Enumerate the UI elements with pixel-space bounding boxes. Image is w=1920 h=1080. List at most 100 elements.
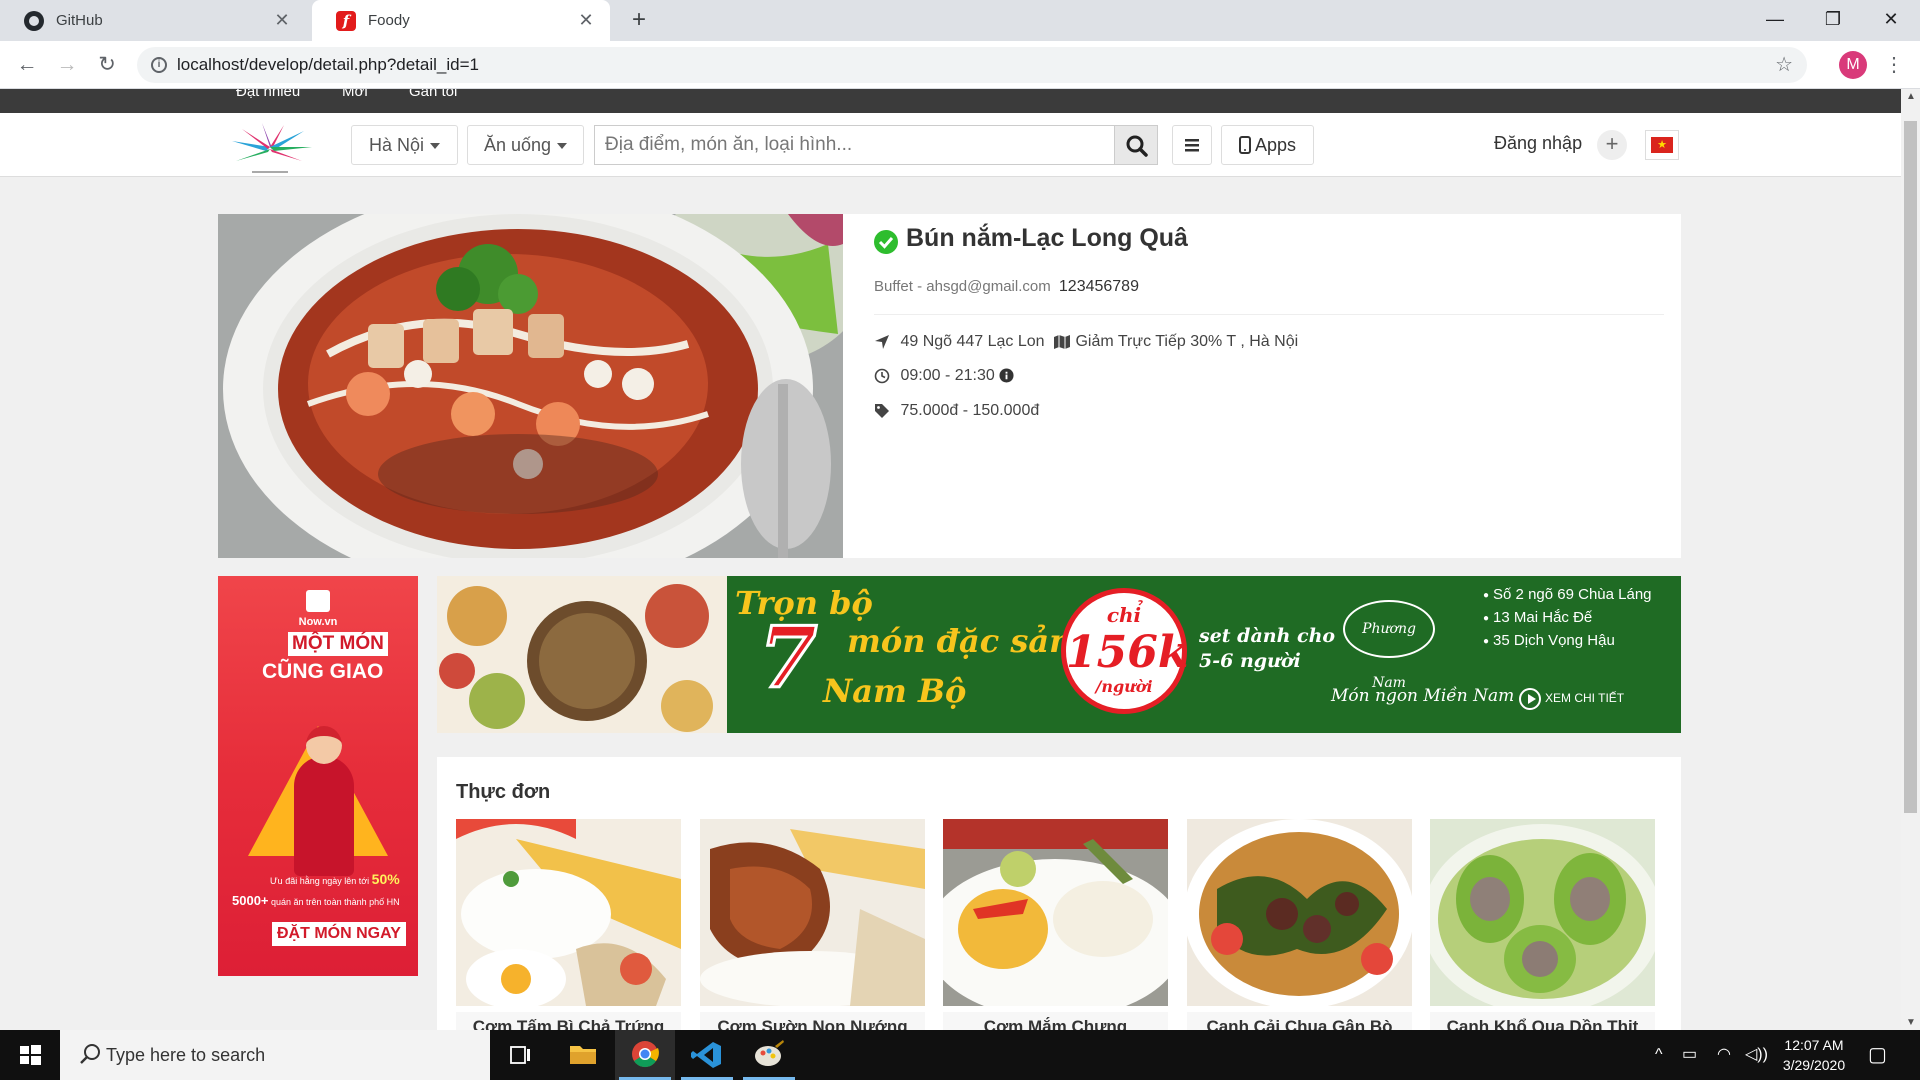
ad-order-now-button[interactable]: ĐẶT MÓN NGAY bbox=[272, 922, 406, 946]
ad-promo-2-text: quán ăn trên toàn thành phố HN bbox=[268, 897, 400, 907]
taskbar-clock[interactable]: 12:07 AM 3/29/2020 bbox=[1776, 1035, 1852, 1075]
dish-name: Canh Khổ Qua Dồn Thịt bbox=[1430, 1012, 1655, 1030]
login-link[interactable]: Đăng nhập bbox=[1494, 133, 1582, 154]
profile-avatar[interactable]: M bbox=[1839, 51, 1867, 79]
menu-item[interactable]: Canh Cải Chua Gân Bò bbox=[1184, 819, 1414, 1030]
bookmark-star-icon[interactable]: ☆ bbox=[1775, 47, 1793, 83]
close-window-icon[interactable]: ✕ bbox=[1862, 0, 1920, 41]
reload-icon[interactable]: ↻ bbox=[92, 50, 122, 80]
page-scrollbar[interactable]: ▲ ▼ bbox=[1901, 89, 1920, 1030]
show-hidden-icons-icon[interactable]: ^ bbox=[1655, 1030, 1663, 1080]
close-tab-icon[interactable]: ✕ bbox=[272, 10, 292, 31]
ad-promo-1-value: 50% bbox=[371, 871, 400, 887]
banner-title-2: món đặc sản bbox=[847, 622, 1073, 660]
ad-promo-1: Ưu đãi hằng ngày lên tới 50% bbox=[270, 871, 400, 887]
menu-toggle-button[interactable] bbox=[1172, 125, 1212, 165]
phuong-nam-banner[interactable]: Trọn bộ 7 món đặc sản Nam Bộ chỉ 156k /n… bbox=[437, 576, 1681, 733]
start-button[interactable] bbox=[0, 1030, 60, 1080]
banner-see-details-button[interactable]: XEM CHI TIẾT bbox=[1519, 686, 1624, 710]
city-dropdown-label: Hà Nội bbox=[368, 135, 425, 155]
vscode-icon[interactable] bbox=[677, 1030, 737, 1080]
info-icon[interactable]: i bbox=[151, 57, 167, 73]
tab-title: Foody bbox=[368, 12, 410, 29]
city-dropdown[interactable]: Hà Nội bbox=[351, 125, 458, 165]
url-text[interactable]: localhost/develop/detail.php?detail_id=1 bbox=[177, 47, 479, 83]
location-arrow-icon bbox=[875, 334, 889, 349]
menu-item[interactable]: Cơm Mắm Chưng bbox=[925, 819, 1185, 1030]
tab-title: GitHub bbox=[56, 12, 103, 29]
volume-icon[interactable]: ◁)) bbox=[1745, 1030, 1768, 1080]
set-line-2: 5-6 người bbox=[1199, 650, 1301, 672]
menu-item[interactable]: Cơm Sườn Non Nướng bbox=[700, 819, 925, 1030]
menu-item[interactable]: Cơm Tấm Bì Chả Trứng bbox=[456, 819, 681, 1030]
browser-toolbar: ← → ↻ i localhost/develop/detail.php?det… bbox=[0, 41, 1920, 89]
price-value: 156k bbox=[1066, 627, 1189, 678]
nav-item-popular[interactable]: Đặt nhiều bbox=[236, 89, 300, 100]
caret-down-icon bbox=[430, 143, 441, 150]
restaurant-address: 49 Ngõ 447 Lạc Lon bbox=[900, 333, 1045, 350]
minimize-icon[interactable]: — bbox=[1746, 0, 1804, 41]
tab-github[interactable]: GitHub ✕ bbox=[0, 0, 306, 41]
new-tab-button[interactable]: + bbox=[624, 6, 654, 36]
taskbar-search-box[interactable]: Type here to search bbox=[60, 1030, 490, 1080]
restaurant-email: ahsgd@gmail.com bbox=[926, 278, 1051, 295]
clock-icon bbox=[874, 368, 890, 384]
restore-icon[interactable]: ❐ bbox=[1804, 0, 1862, 41]
windows-logo-icon bbox=[20, 1045, 41, 1065]
scroll-up-arrow-icon[interactable]: ▲ bbox=[1906, 91, 1916, 102]
scrollbar-thumb[interactable] bbox=[1904, 121, 1917, 813]
search-input[interactable] bbox=[594, 125, 1114, 165]
delivery-person-head bbox=[306, 726, 342, 764]
paint-icon[interactable] bbox=[739, 1030, 799, 1080]
github-icon bbox=[24, 10, 44, 31]
site-logo[interactable] bbox=[222, 121, 318, 177]
category-dropdown[interactable]: Ăn uống bbox=[467, 125, 584, 165]
map-icon[interactable] bbox=[1053, 333, 1071, 350]
search-button[interactable] bbox=[1114, 125, 1158, 165]
now-vn-side-ad[interactable]: Now.vn MỘT MÓN CŨNG GIAO Ưu đãi hằng ngà… bbox=[218, 576, 418, 976]
add-button[interactable]: + bbox=[1597, 130, 1627, 160]
ad-promo-1-text: Ưu đãi hằng ngày lên tới bbox=[270, 876, 372, 886]
forward-arrow-icon[interactable]: → bbox=[52, 50, 82, 80]
now-logo-icon bbox=[306, 590, 330, 612]
dish-photo bbox=[456, 819, 681, 1009]
price-unit: /người bbox=[1095, 677, 1153, 696]
vietnam-flag-icon: ★ bbox=[1651, 137, 1673, 153]
foody-favicon-icon: f bbox=[336, 10, 356, 31]
menu-item[interactable]: Canh Khổ Qua Dồn Thịt bbox=[1422, 819, 1662, 1030]
task-view-icon[interactable] bbox=[490, 1030, 550, 1080]
browser-menu-icon[interactable]: ⋮ bbox=[1882, 50, 1906, 80]
browser-tab-strip: GitHub ✕ f Foody ✕ + — ❐ ✕ bbox=[0, 0, 1920, 41]
language-selector[interactable]: ★ bbox=[1645, 130, 1679, 160]
restaurant-detail-panel: Bún nắm-Lạc Long Quâ Buffet - ahsgd@gmai… bbox=[218, 214, 1681, 558]
nav-item-near-me[interactable]: Gần tôi bbox=[409, 89, 457, 100]
windows-taskbar: Type here to search ^ ▭ ◠ ◁)) 12:07 AM 3… bbox=[0, 1030, 1920, 1080]
banner-price-badge: chỉ 156k /người bbox=[1061, 588, 1189, 714]
price-tag-icon bbox=[875, 403, 889, 418]
scroll-down-arrow-icon[interactable]: ▼ bbox=[1906, 1017, 1916, 1028]
nav-item-new[interactable]: Mới bbox=[342, 89, 368, 100]
banner-address-1: Số 2 ngõ 69 Chùa Láng bbox=[1483, 586, 1651, 603]
info-circle-icon[interactable] bbox=[999, 368, 1014, 383]
banner-number: 7 bbox=[757, 608, 818, 707]
close-tab-icon[interactable]: ✕ bbox=[576, 10, 596, 31]
file-explorer-icon[interactable] bbox=[553, 1030, 613, 1080]
mobile-phone-icon bbox=[1238, 136, 1251, 154]
wifi-icon[interactable]: ◠ bbox=[1717, 1030, 1731, 1080]
tab-foody[interactable]: f Foody ✕ bbox=[312, 0, 610, 41]
taskbar-search-placeholder: Type here to search bbox=[106, 1045, 266, 1065]
dish-photo bbox=[1184, 819, 1414, 1009]
notifications-icon[interactable]: ▢ bbox=[1868, 1030, 1887, 1080]
opening-hours: 09:00 - 21:30 bbox=[900, 367, 995, 384]
clock-date: 3/29/2020 bbox=[1782, 1057, 1846, 1073]
banner-set-text: set dành cho 5-6 người bbox=[1199, 624, 1335, 674]
ad-headline-1: MỘT MÓN bbox=[288, 632, 388, 656]
address-bar[interactable]: i localhost/develop/detail.php?detail_id… bbox=[137, 47, 1807, 83]
restaurant-phone: 123456789 bbox=[1058, 278, 1139, 295]
restaurant-type[interactable]: Buffet bbox=[874, 278, 913, 295]
battery-icon[interactable]: ▭ bbox=[1682, 1030, 1697, 1080]
chrome-icon[interactable] bbox=[615, 1030, 675, 1080]
back-arrow-icon[interactable]: ← bbox=[12, 50, 42, 80]
apps-button[interactable]: Apps bbox=[1221, 125, 1314, 165]
dish-name: Cơm Sườn Non Nướng bbox=[700, 1012, 925, 1030]
